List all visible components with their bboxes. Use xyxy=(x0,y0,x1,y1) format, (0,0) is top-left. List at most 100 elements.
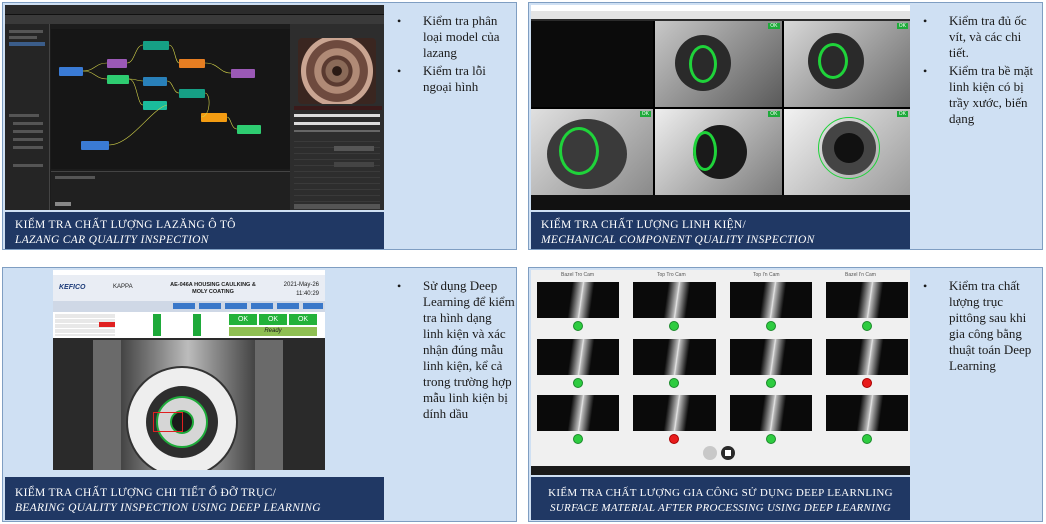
play-button[interactable] xyxy=(703,446,717,460)
inspection-view-panel xyxy=(290,24,384,210)
ok-badge: OK xyxy=(639,111,651,117)
status-led xyxy=(861,321,872,331)
inspection-cell[interactable] xyxy=(729,338,812,388)
station-title: AE-046A HOUSING CAULKING & MOLY COATING xyxy=(170,282,256,295)
mechanical-bullets: • Kiểm tra đủ ốc vít, và các chi tiết. • K… xyxy=(923,13,1041,129)
inspection-grid xyxy=(537,282,908,445)
camera-view-blank xyxy=(531,21,653,107)
overlay-status-text xyxy=(294,106,382,110)
stop-icon xyxy=(725,450,731,456)
camera-view[interactable]: OK xyxy=(783,109,910,195)
inspection-cell[interactable] xyxy=(537,282,620,331)
bullet-item: • Kiểm tra lỗi ngoại hình xyxy=(397,63,486,94)
detection-ring xyxy=(817,117,880,179)
camera-view[interactable]: OK xyxy=(531,109,653,195)
status-led xyxy=(573,321,584,331)
inspection-cell[interactable] xyxy=(729,395,812,445)
bullet-icon: • xyxy=(397,64,402,78)
status-led xyxy=(573,377,584,388)
bullet-item: • Kiểm tra bề mặt linh kiện có bị trầy xư… xyxy=(923,63,1034,126)
status-led xyxy=(669,321,680,331)
stop-button[interactable] xyxy=(721,446,735,460)
wheel-image xyxy=(298,38,376,104)
panel-lazang: • Kiểm tra phân loại model của lazang • Ki… xyxy=(2,2,517,250)
detection-ring xyxy=(559,127,599,175)
caption-title-en: BEARING QUALITY INSPECTION USING DEEP LE… xyxy=(15,502,321,514)
surface-caption: KIỂM TRA CHẤT LƯỢNG GIA CÔNG SỬ DỤNG DEE… xyxy=(531,477,910,520)
panel-mechanical: OK OK OK OK OK • Kiểm tra đủ ốc vít, và … xyxy=(528,2,1043,250)
status-led-ng xyxy=(861,377,872,388)
inspection-cell[interactable] xyxy=(537,338,620,388)
ok-status: OK xyxy=(289,314,317,325)
bearing-image xyxy=(93,340,283,470)
inspection-cell[interactable] xyxy=(633,338,716,388)
camera-view[interactable]: OK xyxy=(655,21,782,107)
inspection-cell[interactable] xyxy=(633,282,716,331)
defect-box xyxy=(153,412,183,432)
mechanical-software-screenshot: OK OK OK OK OK xyxy=(531,5,910,210)
lazang-software-screenshot xyxy=(5,5,384,210)
bullet-icon: • xyxy=(923,64,928,78)
ok-badge: OK xyxy=(768,111,780,117)
status-led xyxy=(861,434,872,445)
status-led xyxy=(765,321,776,331)
model-name: KAPPA xyxy=(113,284,133,290)
detection-ring xyxy=(817,43,848,79)
inspection-cell[interactable] xyxy=(729,282,812,331)
ok-badge: OK xyxy=(896,23,908,29)
bullet-item: • Kiểm tra chất lượng trục pittông sau kh… xyxy=(923,278,1032,373)
caption-title-en: LAZANG CAR QUALITY INSPECTION xyxy=(15,234,209,246)
graph-links xyxy=(82,44,238,146)
menu-bar xyxy=(5,5,384,15)
bullet-item: • Kiểm tra đủ ốc vít, và các chi tiết. xyxy=(923,13,1027,60)
status-led xyxy=(573,434,584,445)
bearing-caption: KIỂM TRA CHẤT LƯỢNG CHI TIẾT Ổ ĐỠ TRỤC/ … xyxy=(5,477,384,520)
project-tree xyxy=(5,24,50,210)
panel-bearing: KEFICO KAPPA AE-046A HOUSING CAULKING & … xyxy=(2,267,517,522)
header-time: 11:40:29 xyxy=(296,291,319,297)
status-led xyxy=(669,377,680,388)
caption-title-vn: KIỂM TRA CHẤT LƯỢNG GIA CÔNG SỬ DỤNG DEE… xyxy=(548,487,893,499)
bullet-icon: • xyxy=(397,279,402,293)
caption-title-en: MECHANICAL COMPONENT QUALITY INSPECTION xyxy=(541,234,815,246)
brand-logo: KEFICO xyxy=(59,284,86,291)
camera-view[interactable]: OK xyxy=(655,109,782,195)
surface-bullets: • Kiểm tra chất lượng trục pittông sau kh… xyxy=(923,278,1041,376)
ok-badge: OK xyxy=(768,23,780,29)
ok-status: OK xyxy=(259,314,287,325)
result-table: OK OK OK Ready xyxy=(53,312,325,338)
flow-graph-canvas[interactable] xyxy=(51,29,290,169)
lazang-caption: KIỂM TRA CHẤT LƯỢNG LAZĂNG Ô TÔ LAZANG C… xyxy=(5,212,384,249)
bullet-icon: • xyxy=(923,279,928,293)
bullet-icon: • xyxy=(923,14,928,28)
bullet-item: • Sử dụng Deep Learning để kiểm tra hình … xyxy=(397,278,515,421)
header-date: 2021-May-26 xyxy=(283,282,319,288)
mechanical-caption: KIỂM TRA CHẤT LƯỢNG LINH KIỆN/ MECHANICA… xyxy=(531,212,910,249)
camera-grid: OK OK OK OK OK xyxy=(531,21,910,195)
lazang-bullets: • Kiểm tra phân loại model của lazang • Ki… xyxy=(397,13,515,97)
bullet-icon: • xyxy=(397,14,402,28)
inspection-cell[interactable] xyxy=(537,395,620,445)
bearing-header: KEFICO KAPPA AE-046A HOUSING CAULKING & … xyxy=(53,270,325,312)
inspection-cell[interactable] xyxy=(825,338,908,388)
status-led-ng xyxy=(669,434,680,445)
ok-status: OK xyxy=(229,314,257,325)
caption-title-vn: KIỂM TRA CHẤT LƯỢNG LAZĂNG Ô TÔ xyxy=(15,219,236,231)
column-label: Top Tro Cam xyxy=(657,272,686,278)
panel-surface: Bazel Tro Cam Top Tro Cam Top I'n Cam Ba… xyxy=(528,267,1043,522)
inspection-cell[interactable] xyxy=(825,282,908,331)
caption-title-vn: KIỂM TRA CHẤT LƯỢNG LINH KIỆN/ xyxy=(541,219,746,231)
camera-view[interactable]: OK xyxy=(783,21,910,107)
detection-ring xyxy=(693,131,717,171)
status-led xyxy=(765,434,776,445)
column-label: Bazel I'n Cam xyxy=(845,272,876,278)
bearing-software-screenshot: KEFICO KAPPA AE-046A HOUSING CAULKING & … xyxy=(53,270,325,470)
inspection-cell[interactable] xyxy=(633,395,716,445)
bullet-item: • Kiểm tra phân loại model của lazang xyxy=(397,13,500,60)
column-label: Bazel Tro Cam xyxy=(561,272,595,278)
toolbar xyxy=(5,15,384,24)
ok-badge: OK xyxy=(896,111,908,117)
inspection-cell[interactable] xyxy=(825,395,908,445)
bearing-bullets: • Sử dụng Deep Learning để kiểm tra hình … xyxy=(397,278,515,424)
log-panel xyxy=(51,171,290,210)
